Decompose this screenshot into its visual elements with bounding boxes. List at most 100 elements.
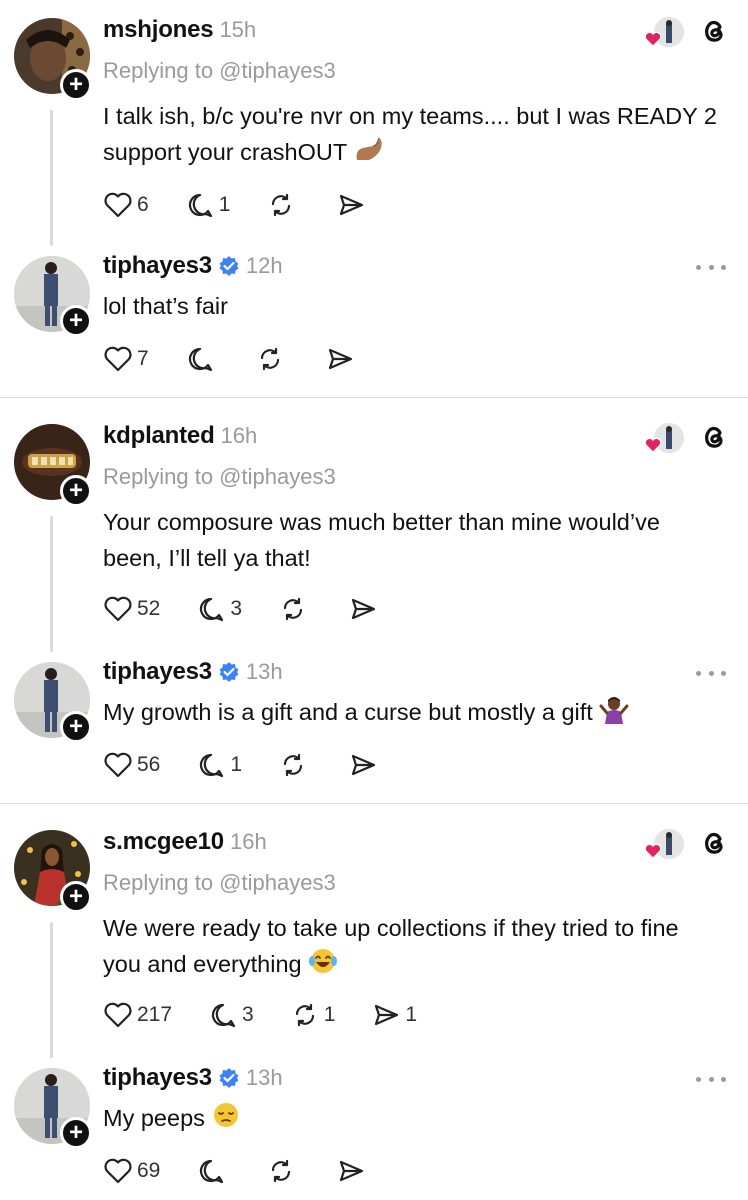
replying-to-label[interactable]: Replying to @tiphayes3 [103, 870, 336, 896]
post-header: s.mcgee10 16h [103, 826, 267, 858]
thread-divider [0, 397, 748, 398]
follow-plus-icon[interactable]: + [60, 69, 92, 101]
threads-logo-icon[interactable] [698, 828, 730, 860]
post-actions: 217 3 1 1 [103, 998, 453, 1032]
repost-icon [283, 597, 303, 621]
threads-logo-icon[interactable] [698, 422, 730, 454]
share-count: 1 [405, 1003, 418, 1026]
post-text: I talk ish, b/c you're nvr on my teams..… [103, 98, 723, 170]
follow-plus-icon[interactable]: + [60, 711, 92, 743]
post-text: lol that’s fair [103, 288, 723, 324]
post-actions: 52 3 [103, 592, 418, 626]
share-icon [328, 348, 352, 370]
repost-button[interactable] [266, 190, 300, 220]
username[interactable]: tiphayes3 [103, 252, 212, 280]
reply-count: 1 [230, 753, 243, 776]
thread-connector [50, 516, 53, 652]
post-text-body: Your composure was much better than mine… [103, 509, 660, 571]
heart-icon [104, 752, 132, 778]
share-icon [351, 754, 376, 776]
share-icon [351, 598, 376, 620]
like-button[interactable]: 69 [103, 1156, 160, 1186]
replying-to-label[interactable]: Replying to @tiphayes3 [103, 58, 336, 84]
reply-button[interactable]: 1 [185, 190, 230, 220]
reply-button[interactable]: 3 [208, 1000, 254, 1030]
like-button[interactable]: 7 [103, 344, 149, 374]
timestamp: 13h [245, 659, 283, 684]
replying-to-label[interactable]: Replying to @tiphayes3 [103, 464, 336, 490]
reply-icon [200, 1159, 224, 1184]
username[interactable]: s.mcgee10 [103, 828, 224, 856]
post-meta-right [642, 16, 730, 48]
heart-icon [644, 31, 662, 47]
share-button[interactable]: 1 [371, 1000, 417, 1030]
like-button[interactable]: 56 [103, 750, 160, 780]
like-button[interactable]: 52 [103, 594, 160, 624]
timestamp: 15h [219, 17, 257, 42]
more-icon[interactable] [696, 262, 726, 272]
heart-icon [104, 346, 132, 372]
username[interactable]: tiphayes3 [103, 658, 212, 686]
share-button[interactable] [336, 1156, 370, 1186]
reply-button[interactable] [196, 1156, 230, 1186]
repost-icon [272, 193, 291, 217]
like-button[interactable]: 217 [103, 1000, 172, 1030]
share-button[interactable] [348, 750, 382, 780]
follow-plus-icon[interactable]: + [60, 305, 92, 337]
liked-by-author-indicator [642, 829, 684, 859]
like-button[interactable]: 6 [103, 190, 149, 220]
thread-connector [50, 110, 53, 246]
thread-2: + kdplanted 16h Replying to @tiphayes3 Y… [0, 406, 748, 802]
reply-button[interactable] [185, 344, 219, 374]
share-icon [340, 194, 364, 216]
share-button[interactable] [336, 190, 370, 220]
repost-icon [260, 347, 279, 371]
like-count: 7 [137, 347, 149, 370]
share-icon [340, 1160, 364, 1182]
follow-plus-icon[interactable]: + [60, 881, 92, 913]
post-text: We were ready to take up collections if … [103, 910, 723, 982]
person-shrugging-emoji-icon [599, 697, 629, 724]
share-button[interactable] [325, 344, 359, 374]
post-header: tiphayes3 13h [103, 656, 283, 688]
thread-3: + s.mcgee10 16h Replying to @tiphayes3 W… [0, 812, 748, 1200]
repost-icon [295, 1003, 314, 1027]
post-header: tiphayes3 12h [103, 250, 283, 282]
post-header: kdplanted 16h [103, 420, 257, 452]
pinching-hand-emoji-icon [356, 137, 383, 160]
timestamp: 16h [220, 423, 258, 448]
repost-button[interactable] [278, 750, 312, 780]
like-count: 217 [137, 1003, 173, 1026]
repost-button[interactable]: 1 [290, 1000, 335, 1030]
follow-plus-icon[interactable]: + [60, 475, 92, 507]
username[interactable]: tiphayes3 [103, 1064, 212, 1092]
reply-count: 3 [230, 597, 243, 620]
username[interactable]: kdplanted [103, 422, 215, 450]
repost-button[interactable] [255, 344, 289, 374]
timestamp: 16h [229, 829, 267, 854]
follow-plus-icon[interactable]: + [60, 1117, 92, 1149]
username[interactable]: mshjones [103, 16, 214, 44]
more-icon[interactable] [696, 668, 726, 678]
share-button[interactable] [348, 594, 382, 624]
thread-1: + mshjones 15h Replying to @tiphayes3 I … [0, 0, 748, 396]
post-text: Your composure was much better than mine… [103, 504, 723, 576]
more-icon[interactable] [696, 1074, 726, 1084]
reply-button[interactable]: 1 [196, 750, 242, 780]
post-header: mshjones 15h [103, 14, 256, 46]
face-with-tears-of-joy-emoji-icon [309, 949, 338, 973]
reply-button[interactable]: 3 [196, 594, 242, 624]
repost-button[interactable] [278, 594, 312, 624]
reply-icon [200, 753, 224, 778]
post-text: My growth is a gift and a curse but most… [103, 694, 723, 730]
verified-badge-icon [219, 256, 239, 276]
repost-button[interactable] [266, 1156, 300, 1186]
post-text-body: My growth is a gift and a curse but most… [103, 699, 593, 725]
post-actions: 69 [103, 1154, 406, 1188]
threads-logo-icon[interactable] [698, 16, 730, 48]
heart-icon [104, 192, 132, 218]
repost-icon [272, 1159, 291, 1183]
post-text-body: lol that’s fair [103, 293, 228, 319]
post-meta-right [642, 422, 730, 454]
repost-icon [283, 753, 303, 777]
